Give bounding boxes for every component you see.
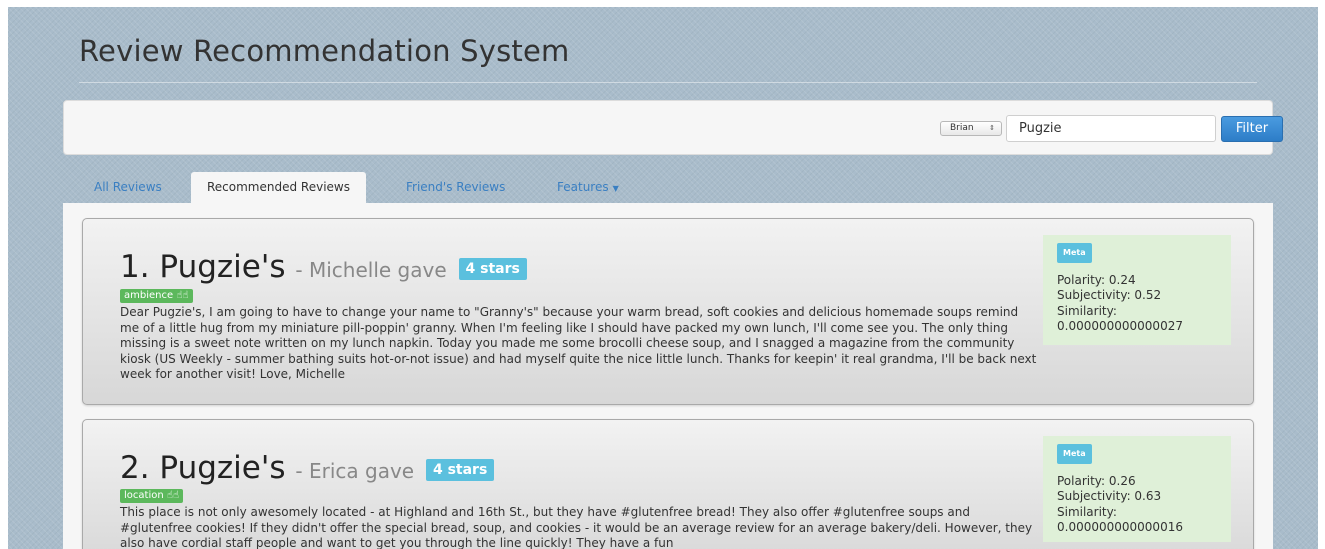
- user-select[interactable]: Brian ⇕: [940, 121, 1002, 136]
- stars-badge: 4 stars: [425, 459, 495, 481]
- review-author: - Erica gave: [295, 459, 415, 483]
- thumbs-up-icon[interactable]: ☝: [182, 290, 188, 301]
- updown-arrows-icon: ⇕: [989, 124, 995, 132]
- polarity-value: Polarity: 0.24: [1057, 272, 1136, 287]
- review-heading: 2. Pugzie's - Erica gave 4 stars: [120, 450, 495, 486]
- review-card: 2. Pugzie's - Erica gave 4 stars locatio…: [82, 419, 1254, 549]
- tab-features[interactable]: Features ▼: [541, 172, 635, 203]
- tab-label: Friend's Reviews: [406, 180, 506, 194]
- caret-down-icon: ▼: [612, 184, 619, 193]
- similarity-label: Similarity:: [1057, 504, 1117, 519]
- feature-tag[interactable]: location ☝☝: [120, 489, 184, 503]
- stars-badge: 4 stars: [458, 258, 527, 280]
- meta-label: Meta: [1057, 243, 1092, 263]
- similarity-value: 0.000000000000027: [1057, 319, 1183, 333]
- review-text: This place is not only awesomely located…: [120, 505, 1033, 549]
- subjectivity-value: Subjectivity: 0.63: [1057, 489, 1162, 503]
- feature-tag-label: ambience: [124, 290, 174, 301]
- user-select-value: Brian: [950, 123, 974, 133]
- tab-friends-reviews[interactable]: Friend's Reviews: [390, 172, 521, 203]
- search-input[interactable]: Pugzie: [1006, 115, 1216, 142]
- review-text: Dear Pugzie's, I am going to have to cha…: [120, 305, 1037, 381]
- filter-button[interactable]: Filter: [1221, 116, 1283, 142]
- feature-tag[interactable]: ambience ☝☝: [120, 289, 193, 303]
- top-border: [0, 0, 1325, 7]
- similarity-value: 0.000000000000016: [1057, 520, 1183, 534]
- tab-label: All Reviews: [94, 180, 162, 194]
- filter-bar: Brian ⇕ Pugzie Filter: [63, 100, 1283, 155]
- thumbs-up-icon[interactable]: ☝: [173, 490, 179, 501]
- tab-label: Features: [557, 180, 609, 194]
- tab-recommended-reviews[interactable]: Recommended Reviews: [191, 172, 366, 203]
- tab-label: Recommended Reviews: [207, 180, 350, 194]
- polarity-value: Polarity: 0.26: [1057, 473, 1136, 488]
- review-title: 1. Pugzie's: [120, 249, 286, 285]
- meta-label: Meta: [1057, 444, 1092, 464]
- similarity-label: Similarity:: [1057, 303, 1117, 318]
- left-border: [0, 0, 8, 549]
- subjectivity-value: Subjectivity: 0.52: [1057, 288, 1162, 302]
- meta-box: Meta Polarity: 0.24 Subjectivity: 0.52 S…: [1043, 235, 1231, 345]
- review-heading: 1. Pugzie's - Michelle gave 4 stars: [120, 249, 527, 285]
- page-title: Review Recommendation System: [79, 34, 570, 68]
- right-border: [1318, 0, 1325, 549]
- review-card: 1. Pugzie's - Michelle gave 4 stars ambi…: [82, 218, 1254, 405]
- meta-box: Meta Polarity: 0.26 Subjectivity: 0.63 S…: [1043, 436, 1231, 542]
- tab-all-reviews[interactable]: All Reviews: [78, 172, 178, 203]
- review-title: 2. Pugzie's: [120, 450, 286, 486]
- title-divider: [79, 82, 1257, 83]
- review-author: - Michelle gave: [295, 258, 447, 282]
- feature-tag-label: location: [124, 490, 164, 501]
